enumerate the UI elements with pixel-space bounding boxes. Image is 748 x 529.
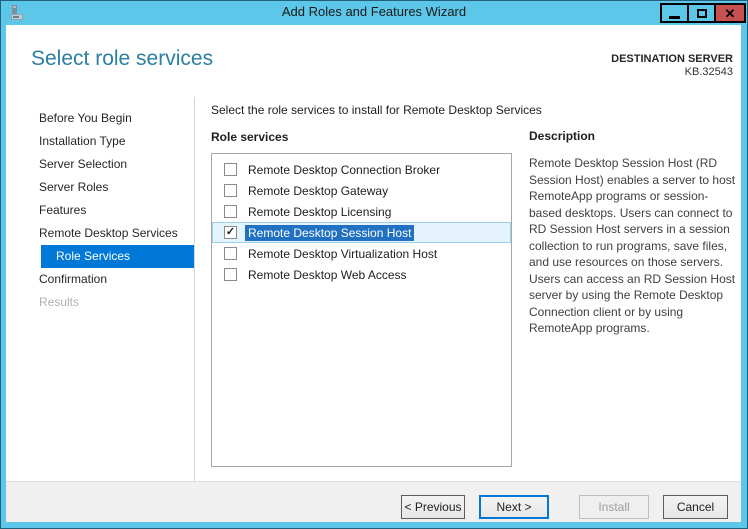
- wizard-steps-sidebar: Before You Begin Installation Type Serve…: [6, 97, 195, 481]
- previous-button[interactable]: < Previous: [401, 495, 465, 519]
- close-icon: ✕: [724, 5, 736, 21]
- role-service-label: Remote Desktop Connection Broker: [248, 162, 441, 177]
- sidebar-item-role-services[interactable]: Role Services: [41, 245, 194, 268]
- role-service-label: Remote Desktop Web Access: [248, 267, 407, 282]
- sidebar-item-before-you-begin[interactable]: Before You Begin: [6, 107, 194, 130]
- role-service-row-gateway[interactable]: Remote Desktop Gateway: [212, 180, 511, 201]
- instruction-text: Select the role services to install for …: [211, 103, 542, 117]
- role-service-row-connection-broker[interactable]: Remote Desktop Connection Broker: [212, 159, 511, 180]
- minimize-button[interactable]: [660, 3, 689, 23]
- destination-server-block: DESTINATION SERVER KB.32543: [611, 53, 733, 78]
- sidebar-item-server-selection[interactable]: Server Selection: [6, 153, 194, 176]
- checkbox[interactable]: [224, 268, 237, 281]
- install-button: Install: [579, 495, 649, 519]
- checkbox[interactable]: [224, 163, 237, 176]
- cancel-button[interactable]: Cancel: [663, 495, 728, 519]
- page-title: Select role services: [31, 47, 214, 70]
- sidebar-item-results: Results: [39, 295, 80, 309]
- destination-server-label: DESTINATION SERVER: [611, 53, 733, 65]
- sidebar-item-confirmation[interactable]: Confirmation: [6, 268, 194, 291]
- role-service-row-web-access[interactable]: Remote Desktop Web Access: [212, 264, 511, 285]
- close-button[interactable]: ✕: [714, 3, 746, 23]
- checkbox[interactable]: [224, 184, 237, 197]
- maximize-button[interactable]: [687, 3, 716, 23]
- role-service-label: Remote Desktop Licensing: [248, 204, 392, 219]
- sidebar-item-server-roles[interactable]: Server Roles: [6, 176, 194, 199]
- checkmark-icon: ✓: [225, 225, 236, 238]
- destination-server-value: KB.32543: [684, 66, 733, 78]
- titlebar[interactable]: Add Roles and Features Wizard ✕: [1, 1, 747, 25]
- role-service-row-virtualization-host[interactable]: Remote Desktop Virtualization Host: [212, 243, 511, 264]
- role-services-listbox[interactable]: Remote Desktop Connection Broker Remote …: [211, 153, 512, 467]
- description-body: Remote Desktop Session Host (RD Session …: [529, 156, 736, 335]
- role-service-label: Remote Desktop Session Host: [245, 224, 415, 241]
- minimize-icon: [669, 15, 680, 19]
- sidebar-item-remote-desktop-services[interactable]: Remote Desktop Services: [6, 222, 194, 245]
- wizard-window: Add Roles and Features Wizard ✕ Select r…: [0, 0, 748, 529]
- role-services-list-label: Role services: [211, 130, 289, 144]
- description-title: Description: [529, 129, 596, 143]
- checkbox[interactable]: [224, 205, 237, 218]
- footer-bar: < Previous Next > Install Cancel: [6, 481, 741, 522]
- role-service-row-licensing[interactable]: Remote Desktop Licensing: [212, 201, 511, 222]
- checkbox-checked[interactable]: ✓: [224, 226, 237, 239]
- sidebar-item-features[interactable]: Features: [6, 199, 194, 222]
- sidebar-item-installation-type[interactable]: Installation Type: [6, 130, 194, 153]
- client-area: Select role services DESTINATION SERVER …: [6, 25, 741, 522]
- maximize-icon: [696, 8, 707, 18]
- checkbox[interactable]: [224, 247, 237, 260]
- role-service-label: Remote Desktop Gateway: [248, 183, 389, 198]
- description-panel: Description Remote Desktop Session Host …: [529, 129, 736, 337]
- role-service-label: Remote Desktop Virtualization Host: [248, 246, 438, 261]
- window-title: Add Roles and Features Wizard: [281, 4, 467, 19]
- next-button[interactable]: Next >: [479, 495, 549, 519]
- role-service-row-session-host[interactable]: ✓ Remote Desktop Session Host: [212, 222, 511, 243]
